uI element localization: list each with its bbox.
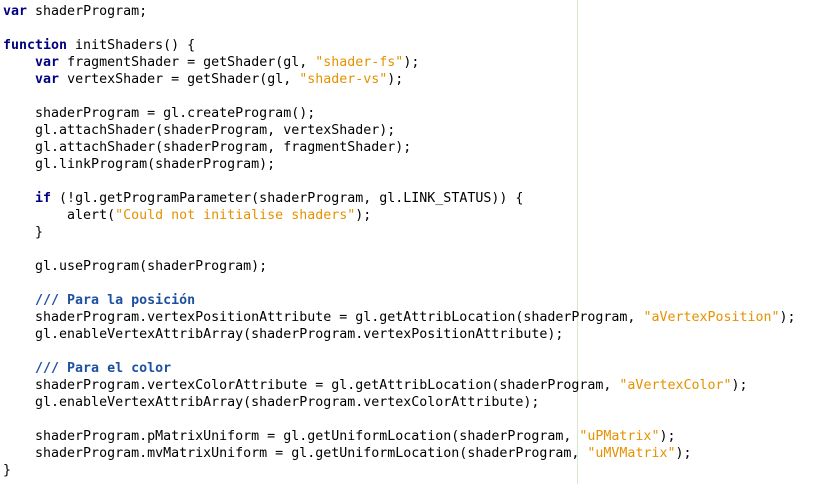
code-line[interactable]: gl.enableVertexAttribArray(shaderProgram…: [3, 394, 796, 411]
code-area[interactable]: var shaderProgram; function initShaders()…: [3, 3, 796, 479]
code-token: gl.enableVertexAttribArray(shaderProgram…: [3, 395, 540, 410]
code-token: gl.linkProgram(shaderProgram);: [3, 157, 276, 172]
code-token: );: [355, 208, 372, 223]
comment-token: /// Para el color: [3, 361, 172, 376]
code-line[interactable]: /// Para el color: [3, 360, 796, 377]
string-token: "aVertexColor": [619, 378, 732, 393]
comment-token: /// Para la posición: [3, 293, 196, 308]
string-token: "uPMatrix": [579, 429, 660, 444]
string-token: "shader-vs": [299, 72, 388, 87]
code-line[interactable]: [3, 343, 796, 360]
code-line[interactable]: shaderProgram.pMatrixUniform = gl.getUni…: [3, 428, 796, 445]
code-token: );: [675, 446, 692, 461]
code-token: );: [659, 429, 676, 444]
code-line[interactable]: var fragmentShader = getShader(gl, "shad…: [3, 54, 796, 71]
code-token: gl.attachShader(shaderProgram, fragmentS…: [3, 140, 412, 155]
code-line[interactable]: gl.attachShader(shaderProgram, vertexSha…: [3, 122, 796, 139]
keyword-token: var: [35, 72, 60, 87]
code-line[interactable]: gl.linkProgram(shaderProgram);: [3, 156, 796, 173]
code-token: vertexShader = getShader(gl,: [59, 72, 300, 87]
code-token: }: [3, 463, 12, 478]
code-token: gl.useProgram(shaderProgram);: [3, 259, 268, 274]
code-line[interactable]: }: [3, 462, 796, 479]
code-token: fragmentShader = getShader(gl,: [59, 55, 316, 70]
code-line[interactable]: [3, 411, 796, 428]
code-line[interactable]: shaderProgram.vertexColorAttribute = gl.…: [3, 377, 796, 394]
code-token: gl.attachShader(shaderProgram, vertexSha…: [3, 123, 396, 138]
code-line[interactable]: function initShaders() {: [3, 37, 796, 54]
code-line[interactable]: [3, 241, 796, 258]
code-token: );: [779, 310, 796, 325]
string-token: "uMVMatrix": [587, 446, 676, 461]
string-token: "shader-fs": [315, 55, 404, 70]
code-line[interactable]: [3, 173, 796, 190]
code-token: }: [3, 225, 44, 240]
code-editor[interactable]: var shaderProgram; function initShaders()…: [0, 0, 814, 484]
code-token: initShaders() {: [67, 38, 196, 53]
code-token: shaderProgram.pMatrixUniform = gl.getUni…: [3, 429, 580, 444]
code-token: gl.enableVertexAttribArray(shaderProgram…: [3, 327, 564, 342]
code-line[interactable]: var vertexShader = getShader(gl, "shader…: [3, 71, 796, 88]
code-token: (!gl.getProgramParameter(shaderProgram, …: [51, 191, 524, 206]
code-line[interactable]: var shaderProgram;: [3, 3, 796, 20]
code-line[interactable]: /// Para la posición: [3, 292, 796, 309]
code-token: );: [387, 72, 404, 87]
code-line[interactable]: shaderProgram = gl.createProgram();: [3, 105, 796, 122]
code-token: shaderProgram;: [27, 4, 148, 19]
code-line[interactable]: gl.useProgram(shaderProgram);: [3, 258, 796, 275]
code-line[interactable]: gl.enableVertexAttribArray(shaderProgram…: [3, 326, 796, 343]
code-token: alert(: [3, 208, 116, 223]
code-line[interactable]: gl.attachShader(shaderProgram, fragmentS…: [3, 139, 796, 156]
code-line[interactable]: [3, 20, 796, 37]
code-line[interactable]: if (!gl.getProgramParameter(shaderProgra…: [3, 190, 796, 207]
code-line[interactable]: [3, 88, 796, 105]
code-line[interactable]: shaderProgram.vertexPositionAttribute = …: [3, 309, 796, 326]
string-token: "Could not initialise shaders": [115, 208, 356, 223]
keyword-token: var: [35, 55, 60, 70]
code-line[interactable]: alert("Could not initialise shaders");: [3, 207, 796, 224]
code-line[interactable]: [3, 275, 796, 292]
keyword-token: if: [35, 191, 52, 206]
code-token: );: [731, 378, 748, 393]
code-token: shaderProgram = gl.createProgram();: [3, 106, 316, 121]
string-token: "aVertexPosition": [643, 310, 780, 325]
keyword-token: function: [3, 38, 68, 53]
code-token: );: [403, 55, 420, 70]
keyword-token: var: [3, 4, 28, 19]
code-line[interactable]: shaderProgram.mvMatrixUniform = gl.getUn…: [3, 445, 796, 462]
code-token: shaderProgram.vertexColorAttribute = gl.…: [3, 378, 620, 393]
code-token: shaderProgram.mvMatrixUniform = gl.getUn…: [3, 446, 588, 461]
code-token: shaderProgram.vertexPositionAttribute = …: [3, 310, 644, 325]
code-line[interactable]: }: [3, 224, 796, 241]
